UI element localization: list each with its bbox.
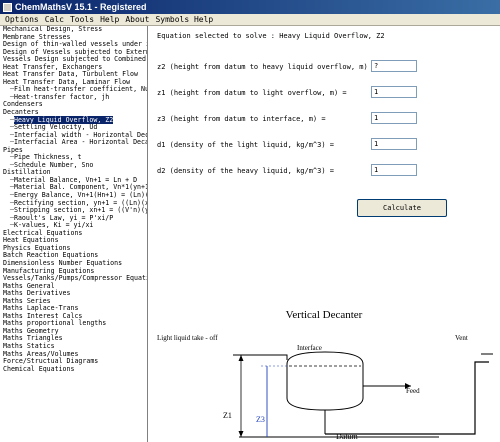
heavy-liquid-leg <box>325 361 489 435</box>
z3-label: z3 (height from datum to interface, m) = <box>157 115 326 123</box>
menu-symbols-help[interactable]: Symbols Help <box>152 15 216 24</box>
tree-node-label: Chemical Equations <box>3 364 75 373</box>
equation-selected-label: Equation selected to solve : Heavy Liqui… <box>157 32 385 40</box>
z1-arrow-bottom-icon <box>238 431 244 437</box>
menu-help[interactable]: Help <box>97 15 122 24</box>
menu-bar: Options Calc Tools Help About Symbols He… <box>0 14 500 26</box>
calculate-button[interactable]: Calculate <box>357 199 447 217</box>
d2-label: d2 (density of the heavy liquid, kg/m^3)… <box>157 167 335 175</box>
menu-about[interactable]: About <box>122 15 152 24</box>
menu-options[interactable]: Options <box>2 15 42 24</box>
z3-input[interactable]: 1 <box>371 112 417 124</box>
window-title: ChemMathsV 15.1 - Registered <box>15 2 147 12</box>
tree-node-label: Decanters <box>3 108 39 117</box>
z1-input[interactable]: 1 <box>371 86 417 98</box>
app-icon <box>3 2 12 12</box>
d1-label: d1 (density of the light liquid, kg/m^3)… <box>157 141 335 149</box>
interface-label: Interface <box>297 344 322 352</box>
z1-label: z1 (height from datum to light overflow,… <box>157 89 347 97</box>
z2-label: z2 (height from datum to heavy liquid ov… <box>157 63 377 71</box>
vertical-decanter-diagram: Vertical Decanter Light liquid take - of… <box>157 309 493 441</box>
menu-calc[interactable]: Calc <box>42 15 67 24</box>
z3-diagram-label: Z3 <box>256 415 265 424</box>
z1-arrow-top-icon <box>238 355 244 361</box>
diagram-title: Vertical Decanter <box>286 309 363 321</box>
menu-tools[interactable]: Tools <box>67 15 97 24</box>
d2-input[interactable]: 1 <box>371 164 417 176</box>
z1-diagram-label: Z1 <box>223 411 232 420</box>
tree-node-label: Interfacial Area - Horizontal Deca <box>13 138 148 147</box>
d1-input[interactable]: 1 <box>371 138 417 150</box>
tree-node[interactable]: Chemical Equations <box>0 364 147 374</box>
z2-input[interactable]: ? <box>371 60 417 72</box>
main-panel: Equation selected to solve : Heavy Liqui… <box>149 26 500 442</box>
light-takeoff-label: Light liquid take - off <box>157 334 218 342</box>
feed-label: Feed <box>406 387 420 395</box>
title-bar: ChemMathsV 15.1 - Registered <box>0 0 500 14</box>
decanter-vessel <box>286 351 364 411</box>
equation-tree[interactable]: Mechanical Design, Stress Membrane Stress… <box>0 26 148 442</box>
vent-label: Vent <box>455 334 468 342</box>
